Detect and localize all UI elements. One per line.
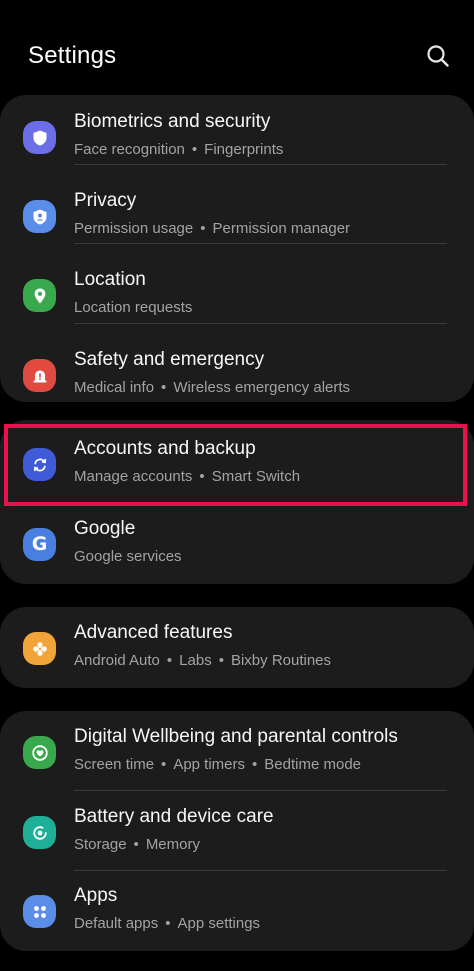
search-icon[interactable] [424,42,452,70]
settings-group-device: Digital Wellbeing and parental controls … [0,711,474,951]
settings-group-advanced: Advanced features Android Auto • Labs • Bixb… [0,607,474,688]
item-subtitle: Face recognition • Fingerprints [74,141,284,158]
alert-icon [23,359,56,392]
item-label: Accounts and backup [74,438,256,459]
location-pin-icon [23,279,56,312]
settings-item-advanced[interactable]: Advanced features Android Auto • Labs • Bixb… [0,609,474,688]
item-subtitle: Manage accounts • Smart Switch [74,468,301,485]
puzzle-icon [23,632,56,665]
settings-group-security: Biometrics and security Face recognition… [0,95,474,402]
item-label: Digital Wellbeing and parental controls [74,726,398,747]
settings-group-accounts: Accounts and backup Manage accounts • Smar… [0,420,474,584]
sync-icon [23,448,56,481]
item-subtitle: Android Auto • Labs • Bixby Routines [74,652,332,669]
settings-item-accounts[interactable]: Accounts and backup Manage accounts • Smar… [0,425,474,504]
settings-item-wellbeing[interactable]: Digital Wellbeing and parental controls … [0,713,474,792]
item-label: Apps [74,885,118,906]
item-subtitle: Permission usage • Permission manager [74,220,351,237]
app-header: Settings [0,0,474,95]
settings-item-safety[interactable]: Safety and emergency Medical info • Wirele… [0,336,474,415]
item-label: Privacy [74,190,137,211]
item-subtitle: Google services [74,548,182,565]
page-title: Settings [28,42,117,69]
item-label: Biometrics and security [74,111,271,132]
item-label: Battery and device care [74,806,274,827]
item-label: Advanced features [74,622,233,643]
item-subtitle: Location requests [74,299,193,316]
settings-item-privacy[interactable]: Privacy Permission usage • Permission mana… [0,177,474,256]
divider [74,790,447,791]
divider [74,164,447,165]
settings-item-google[interactable]: G Google Google services [0,505,474,584]
item-label: Location [74,269,146,290]
settings-item-apps[interactable]: Apps Default apps • App settings [0,872,474,951]
divider [74,870,447,871]
divider [74,243,447,244]
device-care-icon [23,816,56,849]
item-label: Safety and emergency [74,349,265,370]
settings-item-battery[interactable]: Battery and device care Storage • Memory [0,793,474,872]
privacy-shield-icon [23,200,56,233]
divider [74,323,447,324]
settings-item-biometrics[interactable]: Biometrics and security Face recognition… [0,98,474,177]
item-label: Google [74,518,136,539]
shield-icon [23,121,56,154]
wellbeing-heart-icon [23,736,56,769]
apps-grid-icon [23,895,56,928]
item-subtitle: Default apps • App settings [74,915,261,932]
item-subtitle: Screen time • App timers • Bedtime mode [74,756,361,773]
google-icon: G [23,528,56,561]
item-subtitle: Medical info • Wireless emergency alerts [74,379,351,396]
item-subtitle: Storage • Memory [74,836,200,853]
